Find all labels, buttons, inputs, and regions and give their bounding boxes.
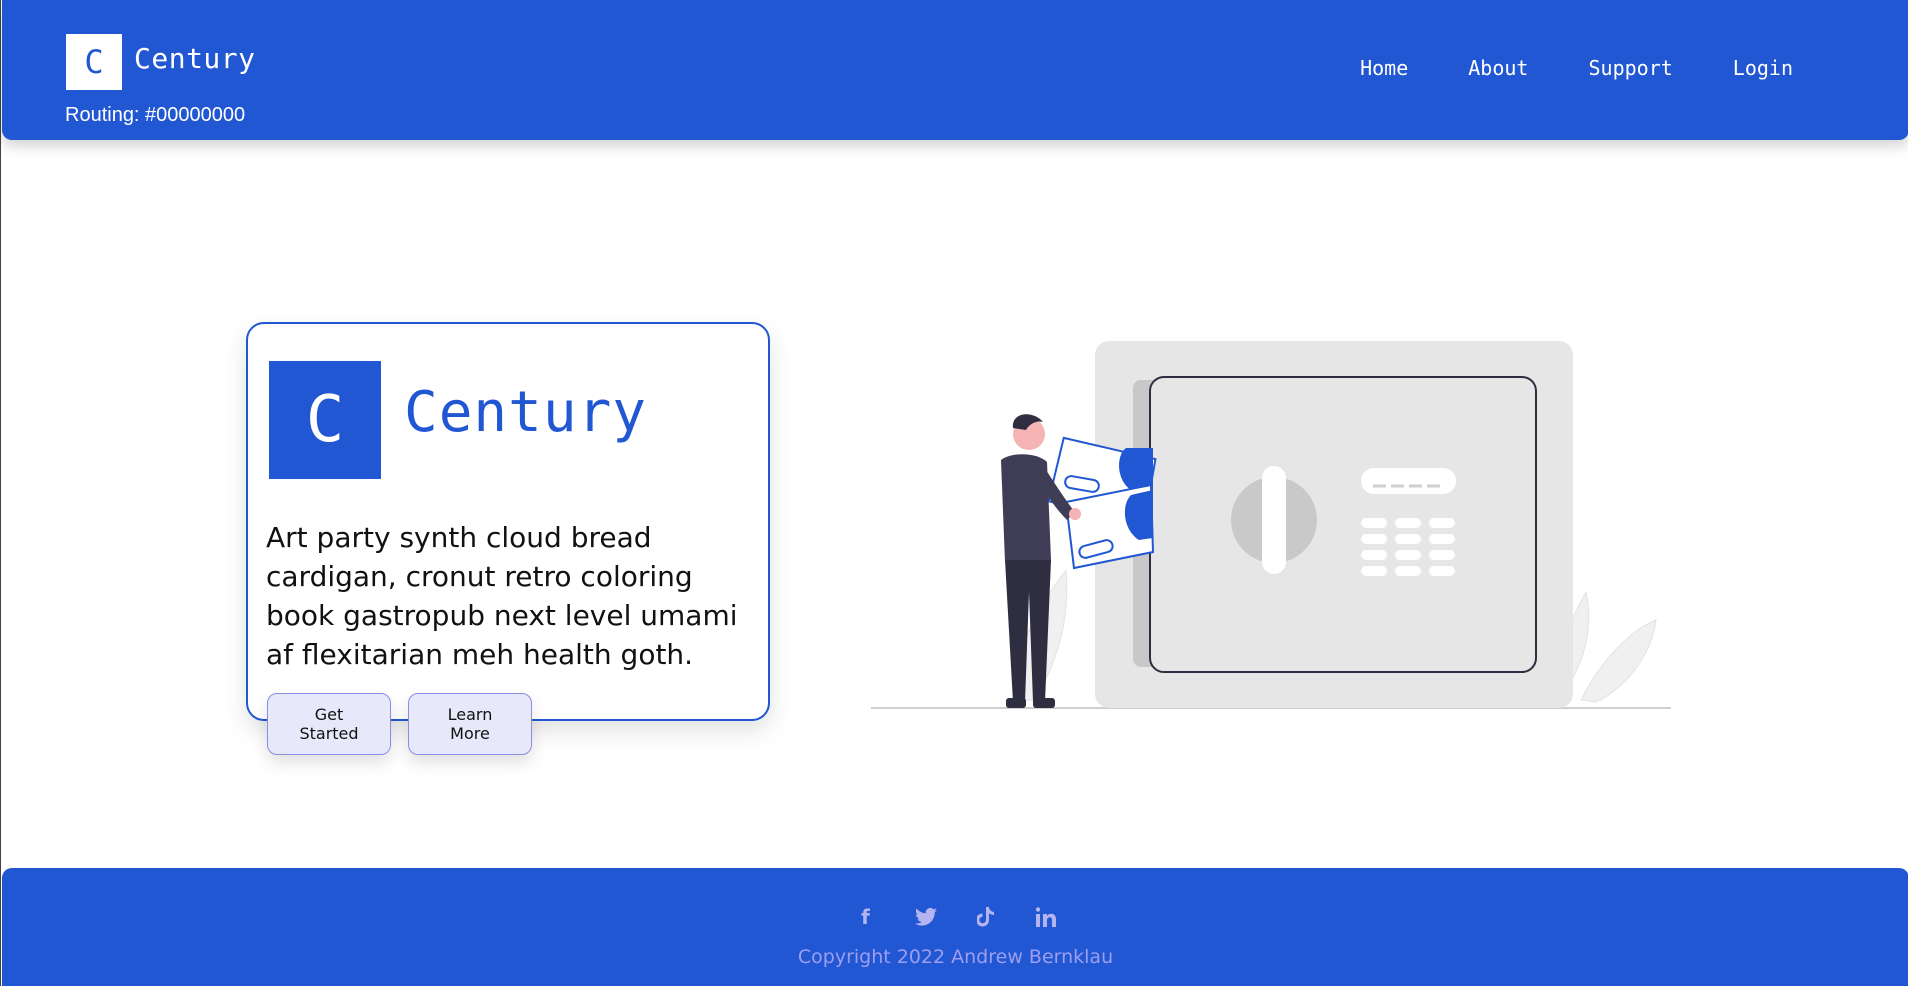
tiktok-icon[interactable] — [975, 906, 997, 928]
social-links: f — [2, 905, 1908, 929]
copyright-text: Copyright 2022 Andrew Bernklau — [797, 946, 1114, 968]
brand-name[interactable]: Century — [134, 42, 256, 75]
facebook-icon[interactable]: f — [855, 905, 877, 929]
hero-logo-mark: C — [269, 361, 381, 479]
routing-number: Routing: #00000000 — [65, 104, 246, 126]
nav-login[interactable]: Login — [1733, 56, 1793, 80]
site-header: C Century Routing: #00000000 Home About … — [2, 0, 1908, 140]
safe-door — [1149, 376, 1537, 673]
logo-mark[interactable]: C — [66, 34, 122, 90]
safe-dial-handle — [1262, 466, 1286, 574]
get-started-button[interactable]: Get Started — [267, 693, 391, 755]
twitter-icon[interactable] — [914, 906, 937, 928]
hero-brand-name: Century — [404, 380, 648, 445]
main-nav: Home About Support Login — [1300, 56, 1793, 80]
nav-support[interactable]: Support — [1588, 56, 1672, 80]
nav-about[interactable]: About — [1468, 56, 1528, 80]
linkedin-icon[interactable] — [1035, 906, 1057, 928]
safe-deposit-illustration — [871, 341, 1671, 709]
site-footer: f Copyright 2022 Andrew Bernklau — [2, 868, 1908, 986]
hero-card: C Century Art party synth cloud bread ca… — [246, 322, 770, 721]
nav-home[interactable]: Home — [1360, 56, 1408, 80]
hero-description: Art party synth cloud bread cardigan, cr… — [266, 521, 738, 671]
safe-display — [1361, 468, 1456, 494]
learn-more-button[interactable]: Learn More — [408, 693, 532, 755]
